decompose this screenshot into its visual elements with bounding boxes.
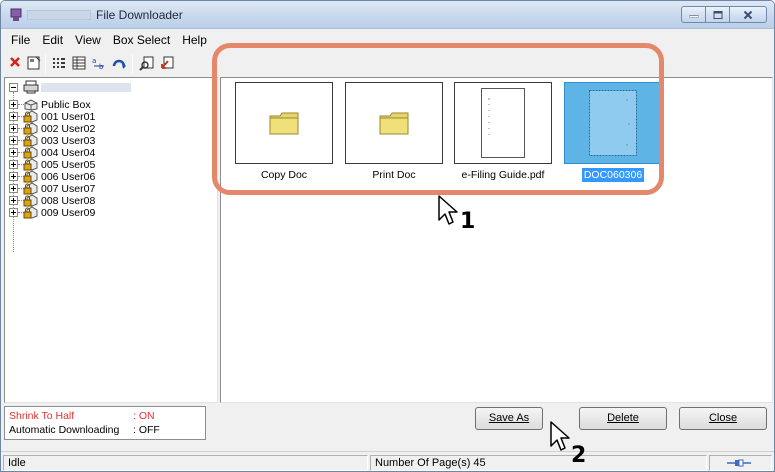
maximize-button[interactable] xyxy=(705,6,730,23)
menu-edit[interactable]: Edit xyxy=(36,30,69,49)
shrink-to-half-label: Shrink To Half xyxy=(9,410,75,422)
tree-item-label: 009 User09 xyxy=(41,207,96,219)
window-title: File Downloader xyxy=(96,8,183,22)
mouse-pointer-icon xyxy=(550,421,570,451)
tree-item-label: 008 User08 xyxy=(41,195,96,207)
minimize-button[interactable] xyxy=(681,6,706,23)
tree-item-label: 006 User06 xyxy=(41,171,96,183)
callout-highlight xyxy=(212,43,664,195)
close-icon xyxy=(743,10,753,19)
delete-tool-button[interactable] xyxy=(8,55,26,73)
delete-x-icon xyxy=(10,57,20,67)
status-page-count: Number Of Page(s) 45 xyxy=(370,455,707,471)
tree-item-label: 007 User07 xyxy=(41,183,96,195)
tree-item-label: Public Box xyxy=(41,99,91,111)
properties-tool-button[interactable] xyxy=(26,55,44,73)
download-tool-button[interactable] xyxy=(159,55,177,73)
title-bar[interactable]: File Downloader xyxy=(1,1,774,29)
refresh-tool-button[interactable] xyxy=(111,55,129,73)
menu-box-select[interactable]: Box Select xyxy=(107,30,176,49)
minimize-icon xyxy=(689,14,698,17)
tree-item-label: 003 User03 xyxy=(41,135,96,147)
sort-icon: ab xyxy=(92,57,104,71)
tree-item-label: 002 User02 xyxy=(41,123,96,135)
list-view-icon xyxy=(53,58,65,68)
step-number-2: 2 xyxy=(571,443,587,468)
mfp-device-icon xyxy=(23,80,39,94)
details-view-tool-button[interactable] xyxy=(71,55,89,73)
tree-item-label: 004 User04 xyxy=(41,147,96,159)
svg-text:b: b xyxy=(99,63,104,71)
properties-icon xyxy=(27,56,41,70)
search-icon xyxy=(139,56,154,71)
automatic-downloading-value: : OFF xyxy=(133,424,160,436)
sort-tool-button[interactable]: ab xyxy=(91,55,109,73)
download-icon xyxy=(161,56,174,69)
svg-text:a: a xyxy=(92,57,96,65)
delete-button[interactable]: Delete xyxy=(579,407,667,430)
connection-plug-icon xyxy=(727,459,751,467)
menu-view[interactable]: View xyxy=(69,30,107,49)
connection-indicator xyxy=(709,455,772,471)
collapse-root-icon[interactable] xyxy=(9,83,18,92)
file-downloader-window: File Downloader File Edit View Box Selec… xyxy=(0,0,775,472)
details-view-icon xyxy=(72,56,86,70)
step-number-1: 1 xyxy=(460,209,476,234)
download-settings-box: Shrink To Half : ON Automatic Downloadin… xyxy=(4,406,206,440)
close-window-button[interactable] xyxy=(729,6,767,23)
status-bar: Idle Number Of Page(s) 45 xyxy=(1,451,774,471)
save-as-button[interactable]: Save As xyxy=(475,407,543,430)
window-controls xyxy=(681,6,767,23)
close-button[interactable]: Close xyxy=(679,407,767,430)
tree-item-label: 001 User01 xyxy=(41,111,96,123)
mouse-pointer-icon xyxy=(438,195,458,225)
menu-file[interactable]: File xyxy=(5,30,36,49)
device-name-redacted xyxy=(41,83,131,92)
maximize-icon xyxy=(713,10,722,19)
title-redacted xyxy=(27,10,91,20)
status-state: Idle xyxy=(3,455,368,471)
search-tool-button[interactable] xyxy=(139,55,157,73)
refresh-icon xyxy=(112,59,126,69)
shrink-to-half-value: : ON xyxy=(133,410,155,422)
locked-box-icon xyxy=(23,206,38,219)
tree-item-label: 005 User05 xyxy=(41,159,96,171)
list-view-tool-button[interactable] xyxy=(51,55,69,73)
box-tree-panel[interactable]: Public Box 001 User01 002 User02 003 Use… xyxy=(4,77,218,403)
app-icon xyxy=(10,8,22,21)
menu-help[interactable]: Help xyxy=(176,30,213,49)
automatic-downloading-label: Automatic Downloading xyxy=(9,424,120,436)
